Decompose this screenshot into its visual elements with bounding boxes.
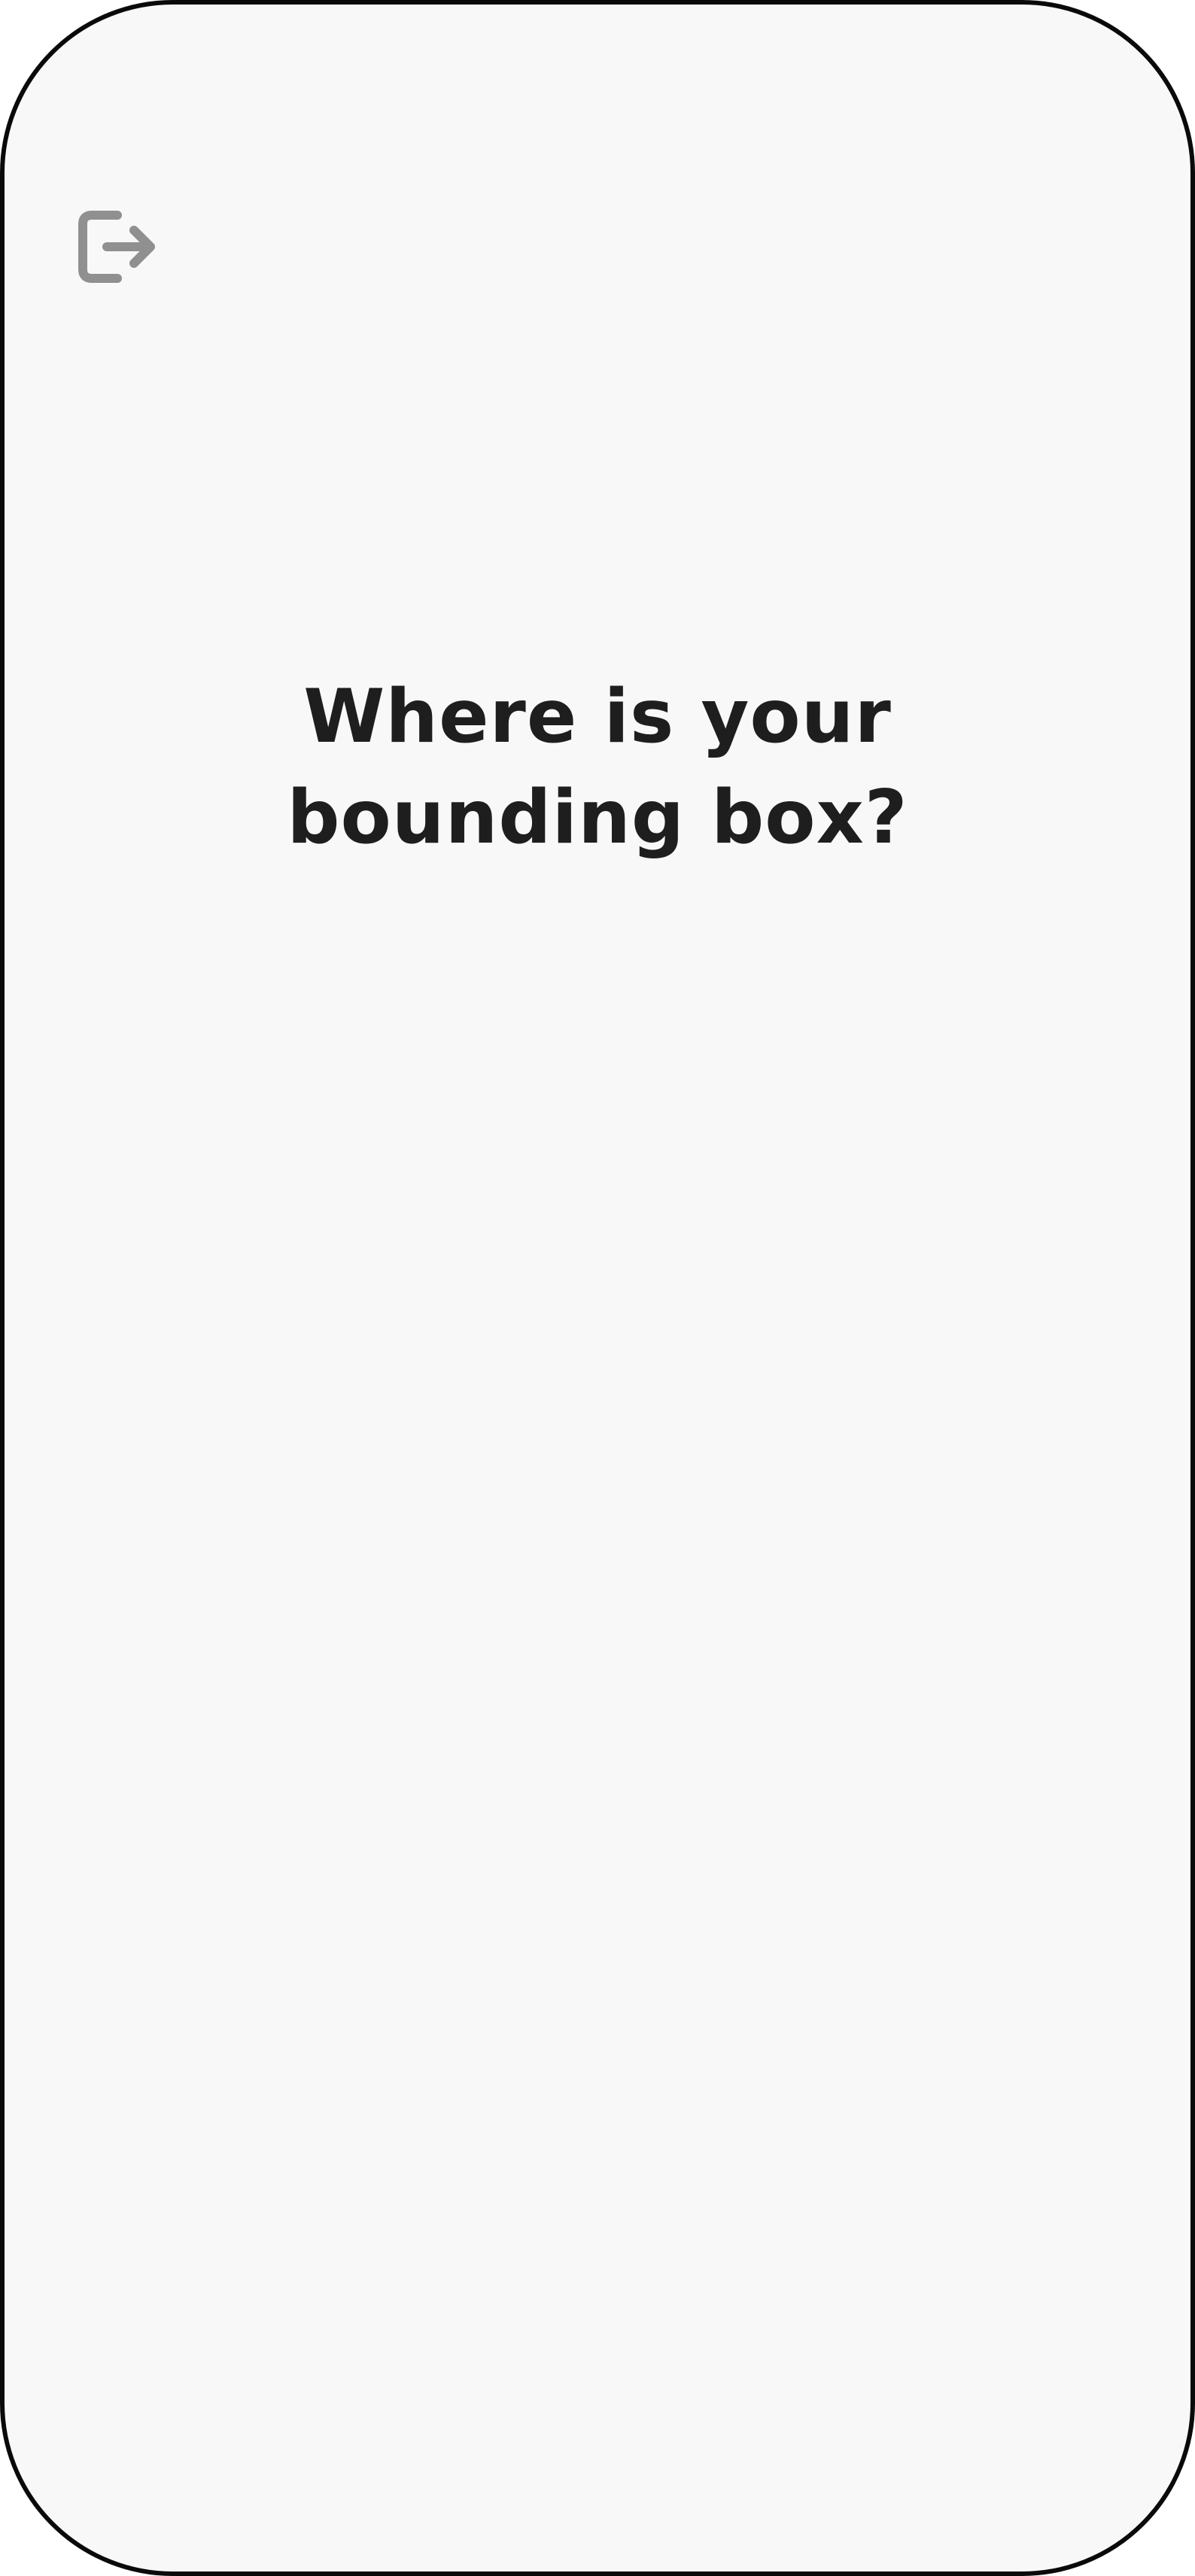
prompt-question: Where is your bounding box? xyxy=(5,667,1190,868)
exit-button[interactable] xyxy=(74,206,164,287)
prompt-line-1: Where is your xyxy=(303,674,892,760)
prompt-line-2: bounding box? xyxy=(287,775,908,861)
phone-screen: Where is your bounding box? xyxy=(0,0,1195,2576)
exit-icon xyxy=(78,211,155,283)
